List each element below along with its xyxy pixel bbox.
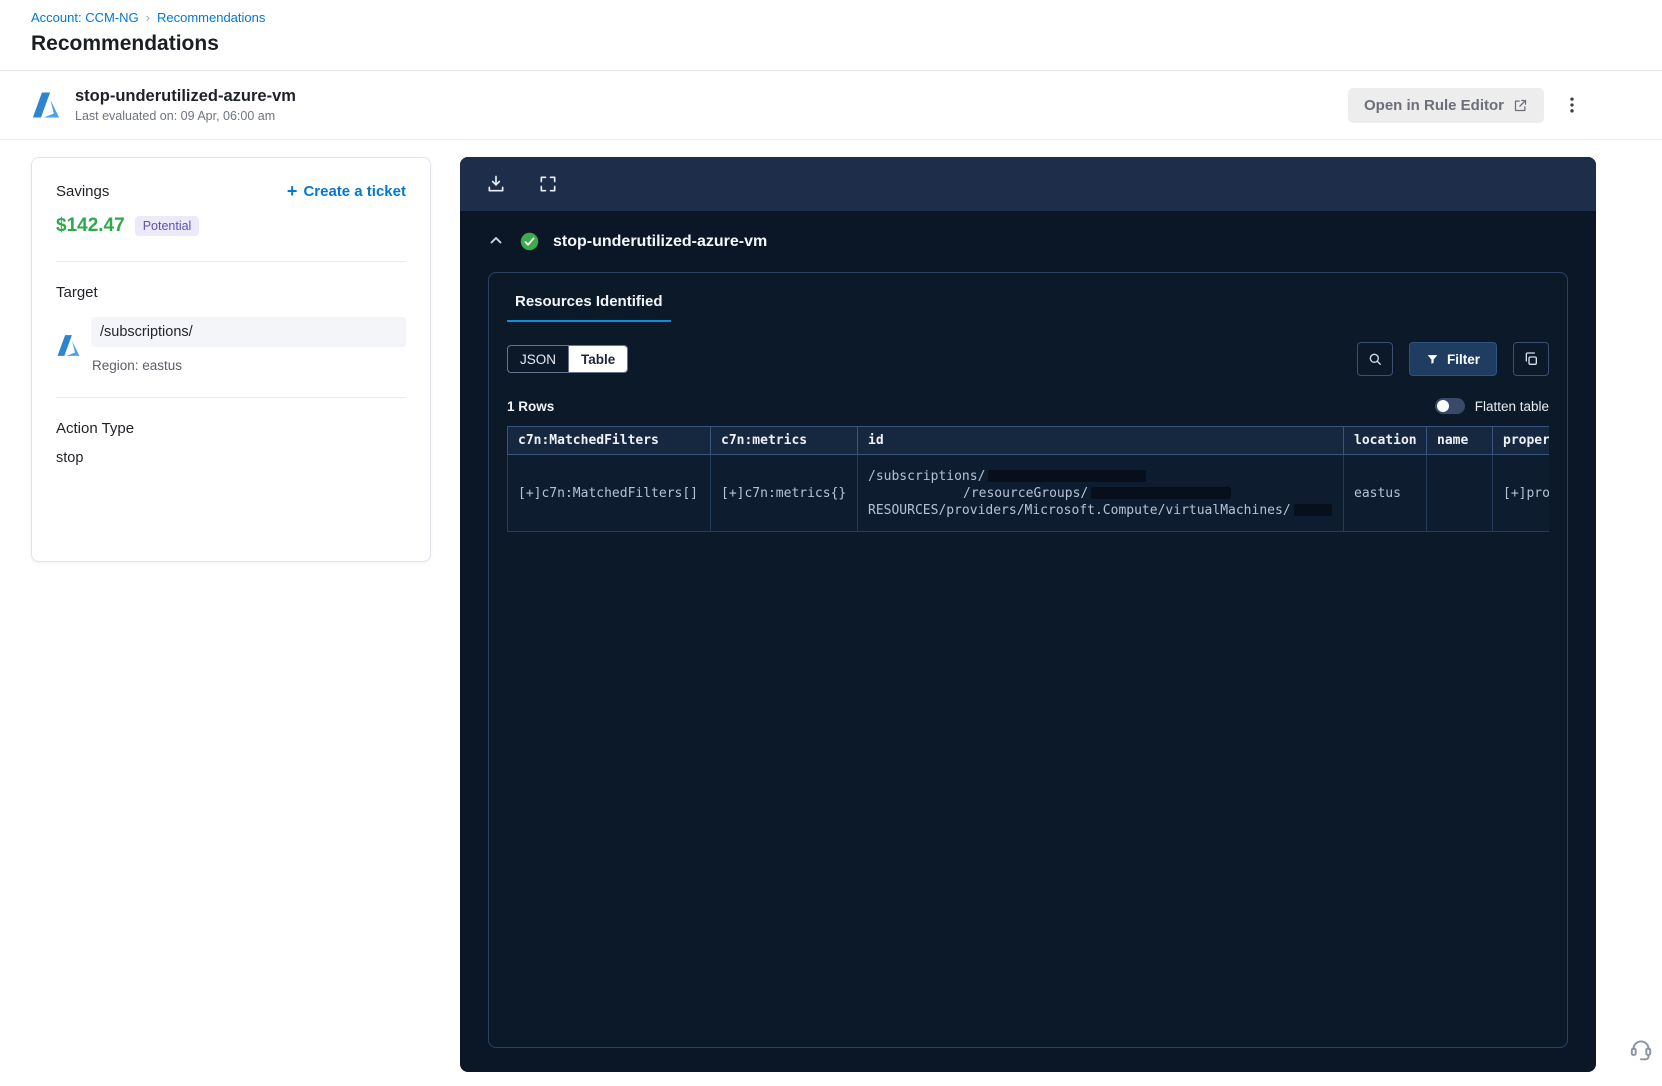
azure-icon — [56, 333, 81, 358]
recommendation-details-card: Savings + Create a ticket $142.47 Potent… — [31, 157, 431, 562]
open-in-rule-editor-button[interactable]: Open in Rule Editor — [1347, 87, 1544, 123]
breadcrumb-current-link[interactable]: Recommendations — [157, 10, 265, 25]
action-type-label: Action Type — [56, 420, 135, 437]
download-button[interactable] — [484, 172, 508, 196]
view-toggle: JSON Table — [507, 345, 629, 373]
column-header-id: id — [857, 426, 1344, 455]
tabs-row: Resources Identified — [507, 273, 1549, 322]
expand-properties[interactable]: [+]properties{} — [1503, 486, 1549, 501]
search-button[interactable] — [1356, 342, 1393, 376]
column-header-name: name — [1426, 426, 1493, 455]
plus-icon: + — [286, 181, 298, 201]
cell-metrics: [+]c7n:metrics{} — [710, 454, 858, 532]
filter-label: Filter — [1446, 351, 1480, 367]
create-ticket-label: Create a ticket — [303, 182, 406, 200]
table-actions: Filter — [1356, 342, 1549, 376]
column-header-matched-filters: c7n:MatchedFilters — [507, 426, 711, 455]
id-line-1: /subscriptions/ — [868, 468, 986, 484]
flatten-control: Flatten table — [1434, 398, 1549, 414]
panel-toolbar — [460, 157, 1596, 211]
expand-matched-filters[interactable]: [+]c7n:MatchedFilters[] — [518, 486, 698, 501]
success-check-icon — [519, 231, 540, 252]
filter-icon — [1427, 354, 1438, 364]
breadcrumb-bar: Account: CCM-NG › Recommendations Recomm… — [0, 0, 1662, 71]
open-in-rule-editor-label: Open in Rule Editor — [1363, 96, 1504, 114]
column-header-location: location — [1343, 426, 1427, 455]
breadcrumb: Account: CCM-NG › Recommendations — [31, 10, 1631, 25]
download-icon — [488, 175, 504, 192]
cell-id: /subscriptions/ /resourceGroups/ RESOURC… — [857, 454, 1344, 532]
rule-title: stop-underutilized-azure-vm — [75, 87, 296, 105]
table-meta-row: 1 Rows Flatten table — [507, 398, 1549, 414]
flatten-label: Flatten table — [1474, 398, 1549, 414]
breadcrumb-chevron-icon: › — [145, 10, 150, 25]
panel-rule-title: stop-underutilized-azure-vm — [553, 232, 768, 250]
resources-panel: stop-underutilized-azure-vm Resources Id… — [460, 157, 1596, 1072]
cell-properties: [+]properties{} — [1492, 454, 1549, 532]
copy-button[interactable] — [1513, 342, 1549, 376]
rule-header: stop-underutilized-azure-vm Last evaluat… — [0, 71, 1662, 140]
id-line-3: RESOURCES/providers/Microsoft.Compute/vi… — [868, 502, 1291, 518]
redacted-subscription-id — [988, 470, 1147, 482]
search-icon — [1369, 353, 1381, 365]
redacted-vm-name — [1293, 504, 1332, 516]
redacted-resource-group — [1091, 487, 1232, 499]
filter-button[interactable]: Filter — [1408, 342, 1497, 376]
card-divider — [56, 397, 406, 398]
table-header-row: c7n:MatchedFilters c7n:metrics id locati… — [507, 426, 1549, 455]
card-divider — [56, 261, 406, 262]
tab-resources-identified[interactable]: Resources Identified — [507, 287, 671, 322]
view-toggle-json[interactable]: JSON — [508, 346, 568, 372]
breadcrumb-account-link[interactable]: Account: CCM-NG — [31, 10, 139, 25]
savings-label: Savings — [56, 182, 110, 200]
cell-matched-filters: [+]c7n:MatchedFilters[] — [507, 454, 711, 532]
savings-amount: $142.47 — [56, 215, 125, 236]
table-controls-row: JSON Table Filter — [507, 342, 1549, 376]
rule-last-evaluated: Last evaluated on: 09 Apr, 06:00 am — [75, 109, 276, 123]
external-link-icon — [1514, 99, 1527, 111]
kebab-icon — [1570, 97, 1574, 113]
copy-icon — [1525, 352, 1537, 365]
main-content: Savings + Create a ticket $142.47 Potent… — [0, 140, 1662, 1072]
page-title: Recommendations — [31, 32, 219, 55]
panel-rule-row: stop-underutilized-azure-vm — [460, 211, 1596, 252]
savings-potential-badge: Potential — [134, 216, 200, 236]
action-type-value: stop — [56, 450, 84, 466]
cell-location: eastus — [1343, 454, 1427, 532]
resources-table: c7n:MatchedFilters c7n:metrics id locati… — [507, 426, 1549, 532]
expand-metrics[interactable]: [+]c7n:metrics{} — [721, 486, 846, 501]
id-line-2: /resourceGroups/ — [963, 485, 1089, 501]
create-ticket-button[interactable]: + Create a ticket — [287, 182, 406, 200]
support-icon[interactable] — [1628, 1036, 1654, 1062]
target-path: /subscriptions/ — [91, 317, 406, 347]
table-row: [+]c7n:MatchedFilters[] [+]c7n:metrics{}… — [507, 454, 1549, 532]
azure-icon — [31, 90, 61, 120]
fullscreen-button[interactable] — [536, 172, 560, 196]
resources-identified-box: Resources Identified JSON Table Filter 1… — [488, 272, 1568, 1048]
target-row: /subscriptions/ Region: eastus — [56, 317, 406, 373]
rows-count: 1 Rows — [507, 398, 555, 414]
collapse-button[interactable] — [486, 232, 506, 252]
more-options-button[interactable] — [1558, 90, 1586, 120]
target-label: Target — [56, 284, 98, 301]
cell-name — [1426, 454, 1493, 532]
resources-table-wrapper: c7n:MatchedFilters c7n:metrics id locati… — [507, 426, 1549, 532]
rule-header-text: stop-underutilized-azure-vm Last evaluat… — [75, 87, 296, 123]
target-region: Region: eastus — [92, 358, 183, 373]
view-toggle-table[interactable]: Table — [568, 346, 628, 372]
column-header-properties: properties — [1492, 426, 1549, 455]
flatten-toggle[interactable] — [1434, 398, 1465, 414]
fullscreen-icon — [540, 176, 556, 192]
column-header-metrics: c7n:metrics — [710, 426, 858, 455]
chevron-up-icon — [490, 236, 502, 243]
